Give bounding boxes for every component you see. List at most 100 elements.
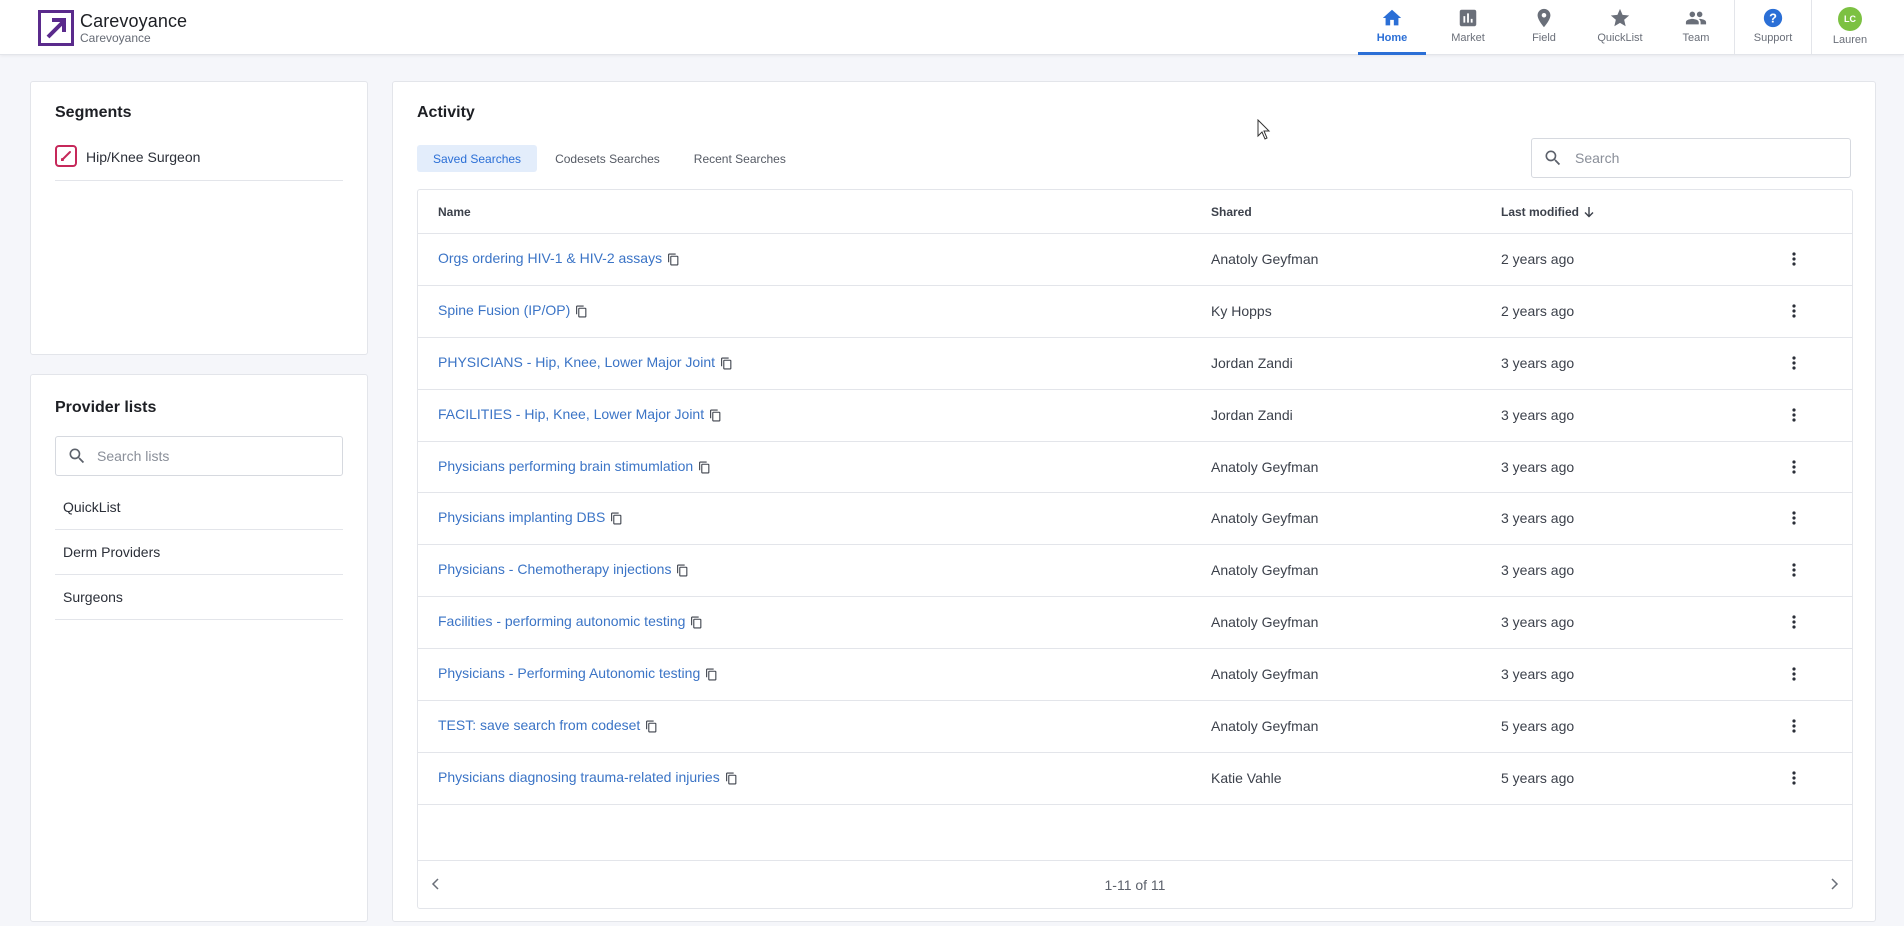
brand[interactable]: Carevoyance Carevoyance xyxy=(38,10,187,46)
row-more-menu[interactable] xyxy=(1784,767,1804,789)
copy-icon[interactable] xyxy=(690,616,703,629)
tab-recent-searches[interactable]: Recent Searches xyxy=(678,145,802,172)
row-more-menu[interactable] xyxy=(1784,715,1804,737)
row-more-menu[interactable] xyxy=(1784,352,1804,374)
row-more-menu[interactable] xyxy=(1784,300,1804,322)
brand-name: Carevoyance xyxy=(80,10,188,31)
copy-icon[interactable] xyxy=(709,409,722,422)
table-row[interactable]: Facilities - performing autonomic testin… xyxy=(418,597,1852,650)
table-row[interactable]: Physicians - Performing Autonomic testin… xyxy=(418,649,1852,702)
column-header-shared[interactable]: Shared xyxy=(1211,205,1252,219)
saved-search-link[interactable]: Facilities - performing autonomic testin… xyxy=(438,613,685,629)
copy-icon[interactable] xyxy=(698,461,711,474)
row-name-cell: Physicians implanting DBS xyxy=(438,509,623,525)
nav-home[interactable]: Home xyxy=(1354,0,1430,55)
people-icon xyxy=(1685,11,1707,25)
row-name-cell: PHYSICIANS - Hip, Knee, Lower Major Join… xyxy=(438,354,733,370)
row-name-cell: Orgs ordering HIV-1 & HIV-2 assays xyxy=(438,250,680,266)
top-header: Carevoyance Carevoyance Home Market Fiel… xyxy=(0,0,1904,55)
row-modified-cell: 2 years ago xyxy=(1501,251,1575,267)
table-header: Name Shared Last modified xyxy=(418,190,1852,234)
activity-search-field xyxy=(1531,138,1851,178)
copy-icon[interactable] xyxy=(725,772,738,785)
column-header-last-modified[interactable]: Last modified xyxy=(1501,205,1595,219)
provider-list: QuickList Derm Providers Surgeons xyxy=(55,485,343,620)
copy-icon[interactable] xyxy=(610,512,623,525)
saved-search-link[interactable]: FACILITIES - Hip, Knee, Lower Major Join… xyxy=(438,406,704,422)
chevron-right-icon[interactable] xyxy=(1826,876,1842,892)
brand-subtitle: Carevoyance xyxy=(80,30,151,45)
table-row[interactable]: Physicians implanting DBS Anatoly Geyfman… xyxy=(418,493,1852,546)
tab-saved-searches[interactable]: Saved Searches xyxy=(417,145,538,172)
row-more-menu[interactable] xyxy=(1784,456,1804,478)
row-modified-cell: 5 years ago xyxy=(1501,769,1575,786)
nav-user[interactable]: LC Lauren xyxy=(1812,0,1888,55)
row-name-cell: Physicians - Performing Autonomic testin… xyxy=(438,665,718,681)
segment-item[interactable]: Hip/Knee Surgeon xyxy=(55,145,343,181)
copy-icon[interactable] xyxy=(575,305,588,318)
table-row[interactable]: Spine Fusion (IP/OP) Ky Hopps 2 years ago xyxy=(418,286,1852,338)
row-modified-cell: 5 years ago xyxy=(1501,718,1575,735)
nav-home-label: Home xyxy=(1376,32,1408,44)
copy-icon[interactable] xyxy=(645,720,658,733)
row-more-menu[interactable] xyxy=(1784,663,1804,685)
table-body: Orgs ordering HIV-1 & HIV-2 assays Anatol… xyxy=(418,234,1852,805)
nav-user-label: Lauren xyxy=(1832,34,1868,46)
avatar: LC xyxy=(1838,7,1862,31)
nav-quicklist[interactable]: QuickList xyxy=(1582,0,1658,55)
more-vertical-icon xyxy=(1792,356,1796,370)
saved-search-link[interactable]: Physicians performing brain stimumlation xyxy=(438,458,693,474)
row-modified-cell: 3 years ago xyxy=(1501,510,1575,527)
more-vertical-icon xyxy=(1792,408,1796,422)
row-more-menu[interactable] xyxy=(1784,611,1804,633)
saved-search-link[interactable]: Physicians - Chemotherapy injections xyxy=(438,561,671,577)
bar-chart-icon xyxy=(1459,9,1477,27)
copy-icon[interactable] xyxy=(676,564,689,577)
tab-codesets-searches[interactable]: Codesets Searches xyxy=(539,145,676,172)
table-row[interactable]: Physicians performing brain stimumlation… xyxy=(418,442,1852,494)
table-pagination: 1-11 of 11 xyxy=(418,860,1852,908)
row-more-menu[interactable] xyxy=(1784,404,1804,426)
copy-icon[interactable] xyxy=(667,253,680,266)
saved-search-link[interactable]: Physicians implanting DBS xyxy=(438,509,605,525)
saved-search-link[interactable]: Spine Fusion (IP/OP) xyxy=(438,302,570,318)
search-lists-input[interactable] xyxy=(97,448,317,464)
table-row[interactable]: PHYSICIANS - Hip, Knee, Lower Major Join… xyxy=(418,338,1852,390)
saved-search-link[interactable]: PHYSICIANS - Hip, Knee, Lower Major Join… xyxy=(438,354,715,370)
row-shared-cell: Anatoly Geyfman xyxy=(1211,562,1319,579)
row-more-menu[interactable] xyxy=(1784,559,1804,581)
star-icon xyxy=(1610,8,1630,27)
table-row[interactable]: Physicians diagnosing trauma-related inj… xyxy=(418,753,1852,805)
nav-support[interactable]: ? Support xyxy=(1735,0,1811,55)
carevoyance-logo-icon xyxy=(38,10,74,46)
row-shared-cell: Ky Hopps xyxy=(1211,302,1272,319)
copy-icon[interactable] xyxy=(720,357,733,370)
provider-list-item-derm-providers[interactable]: Derm Providers xyxy=(55,530,343,575)
table-row[interactable]: Orgs ordering HIV-1 & HIV-2 assays Anatol… xyxy=(418,234,1852,286)
table-row[interactable]: Physicians - Chemotherapy injections Anat… xyxy=(418,545,1852,598)
activity-card: Activity Saved Searches Codesets Searche… xyxy=(392,81,1876,922)
provider-list-item-quicklist[interactable]: QuickList xyxy=(55,485,343,530)
table-row[interactable]: TEST: save search from codeset Anatoly Ge… xyxy=(418,701,1852,753)
saved-search-link[interactable]: Orgs ordering HIV-1 & HIV-2 assays xyxy=(438,250,662,266)
more-vertical-icon xyxy=(1792,667,1796,681)
nav-field[interactable]: Field xyxy=(1506,0,1582,55)
search-icon xyxy=(1545,150,1561,166)
table-row[interactable]: FACILITIES - Hip, Knee, Lower Major Join… xyxy=(418,390,1852,442)
row-modified-cell: 3 years ago xyxy=(1501,562,1575,579)
activity-search-input[interactable] xyxy=(1575,150,1835,166)
column-header-name[interactable]: Name xyxy=(438,205,471,219)
nav-team[interactable]: Team xyxy=(1658,0,1734,55)
provider-list-item-surgeons[interactable]: Surgeons xyxy=(55,575,343,620)
saved-search-link[interactable]: Physicians - Performing Autonomic testin… xyxy=(438,665,700,681)
row-name-cell: Physicians diagnosing trauma-related inj… xyxy=(438,769,738,785)
saved-search-link[interactable]: Physicians diagnosing trauma-related inj… xyxy=(438,769,720,785)
copy-icon[interactable] xyxy=(705,668,718,681)
saved-search-link[interactable]: TEST: save search from codeset xyxy=(438,717,640,733)
map-pin-icon xyxy=(1537,8,1551,28)
row-more-menu[interactable] xyxy=(1784,507,1804,529)
nav-market[interactable]: Market xyxy=(1430,0,1506,55)
row-more-menu[interactable] xyxy=(1784,248,1804,270)
nav-team-label: Team xyxy=(1682,32,1710,44)
more-vertical-icon xyxy=(1792,304,1796,318)
